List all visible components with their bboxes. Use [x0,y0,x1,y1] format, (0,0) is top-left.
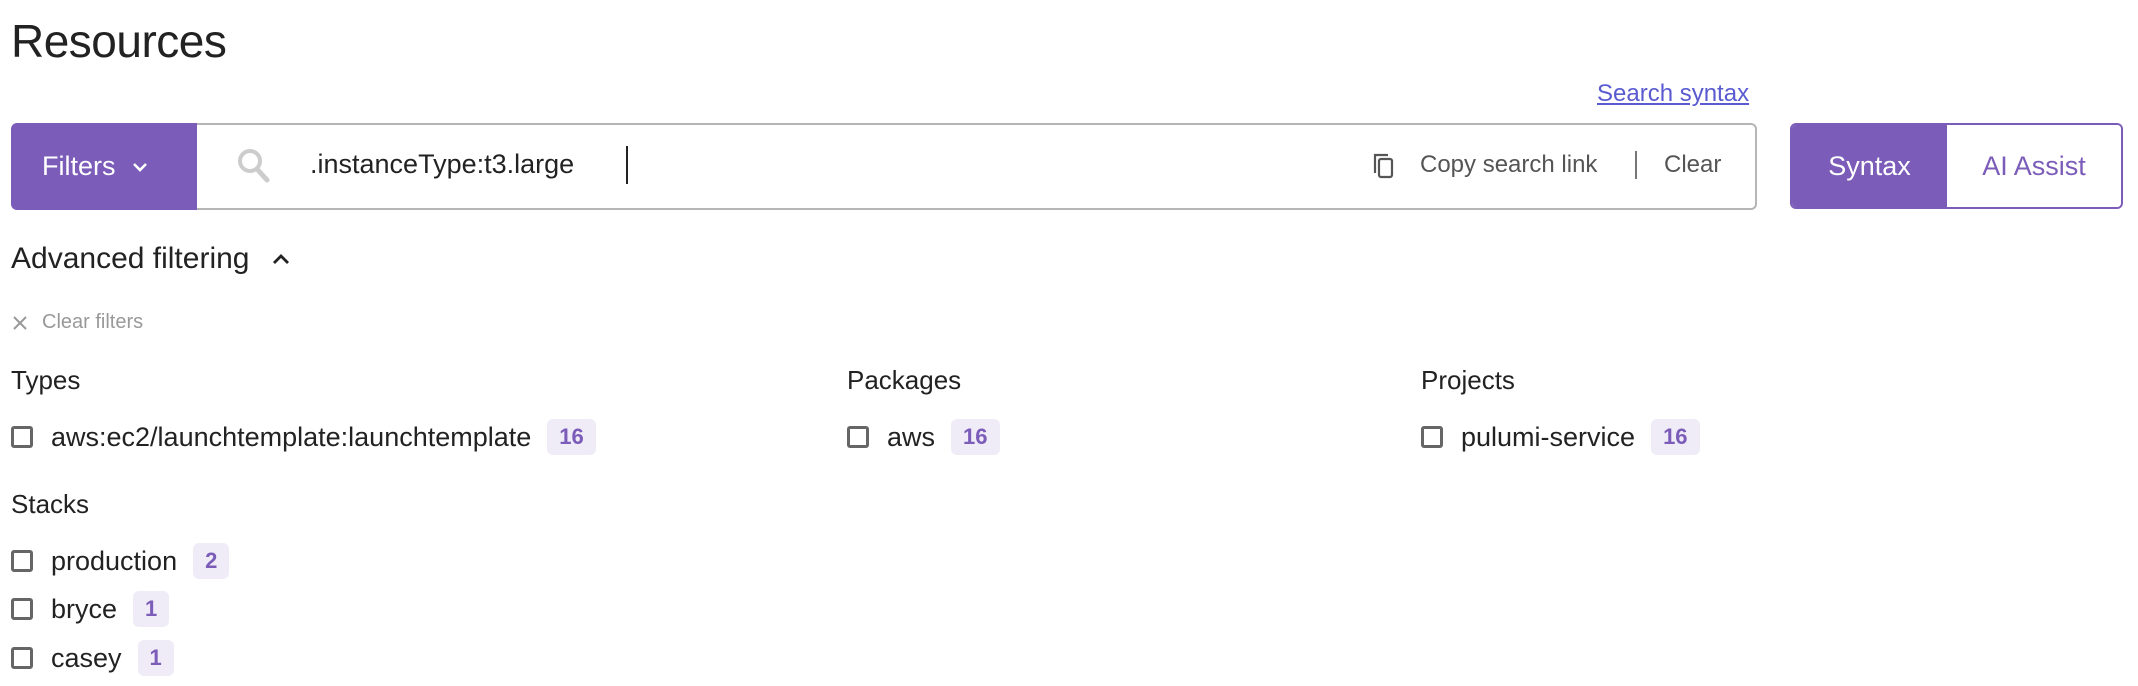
close-icon [13,315,27,330]
checkbox[interactable] [11,647,33,669]
filter-option[interactable]: pulumi-service 16 [1421,417,1700,457]
stacks-heading: Stacks [11,489,90,519]
clear-filters-button[interactable]: Clear filters [12,311,143,334]
chevron-down-icon [132,162,147,172]
checkbox[interactable] [11,550,33,572]
filter-option[interactable]: production 2 [11,541,230,581]
filters-label: Filters [42,151,116,181]
types-heading: Types [11,365,81,395]
syntax-mode-button[interactable]: Syntax [1792,125,1947,207]
option-label: bryce [51,593,118,624]
packages-heading: Packages [847,365,962,395]
count-badge: 1 [137,640,174,676]
option-label: aws:ec2/launchtemplate:launchtemplate [51,421,532,452]
page-title: Resources [11,15,227,67]
filter-option[interactable]: aws 16 [847,417,1000,457]
advanced-filtering-toggle[interactable]: Advanced filtering [11,242,291,276]
search-icon [238,149,270,183]
option-label: production [51,545,178,576]
filters-dropdown-button[interactable]: Filters [11,123,197,210]
filter-option[interactable]: aws:ec2/launchtemplate:launchtemplate 16 [11,417,596,457]
search-syntax-link[interactable]: Search syntax [1597,80,1749,108]
count-badge: 1 [133,591,170,627]
clear-search-button[interactable]: Clear [1664,151,1721,179]
option-label: pulumi-service [1461,421,1636,452]
checkbox[interactable] [11,598,33,620]
filter-option[interactable]: bryce 1 [11,589,170,629]
checkbox[interactable] [847,426,869,448]
checkbox[interactable] [1421,426,1443,448]
divider [1635,151,1637,179]
count-badge: 16 [951,419,1000,455]
search-input[interactable] [310,142,1310,186]
count-badge: 16 [547,419,596,455]
clear-filters-label: Clear filters [42,311,144,333]
advanced-filtering-label: Advanced filtering [11,242,250,275]
copy-search-link-button[interactable]: Copy search link [1420,151,1597,179]
ai-assist-mode-button[interactable]: AI Assist [1947,125,2121,207]
filter-option[interactable]: casey 1 [11,638,174,678]
chevron-up-icon [273,254,290,264]
checkbox[interactable] [11,426,33,448]
option-label: casey [51,642,122,673]
option-label: aws [887,421,936,452]
count-badge: 16 [1651,419,1700,455]
text-cursor [626,146,628,184]
count-badge: 2 [193,543,230,579]
copy-icon[interactable] [1372,152,1396,180]
search-mode-toggle: Syntax AI Assist [1790,123,2123,209]
projects-heading: Projects [1421,365,1515,395]
